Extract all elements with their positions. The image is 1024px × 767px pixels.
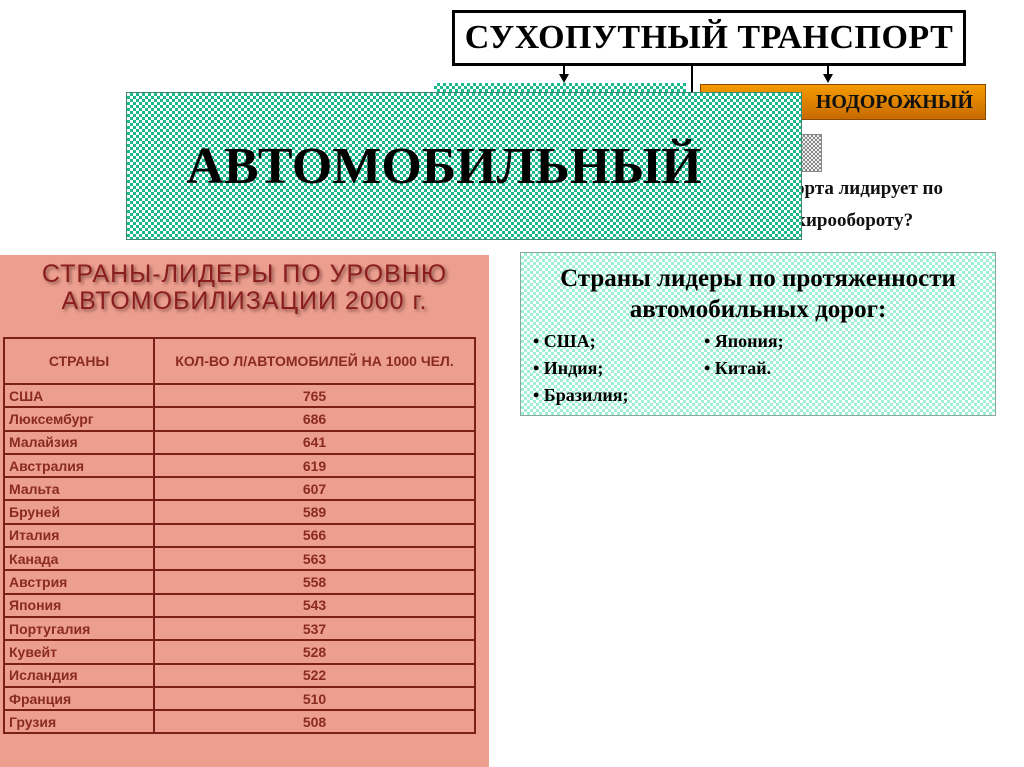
country-cell: Италия: [3, 522, 155, 549]
table-row: Мальта 607: [3, 476, 476, 502]
connector-line-right: [827, 66, 829, 74]
road-leader-item: • Япония;: [704, 331, 784, 351]
table-row: Кувейт 528: [3, 639, 476, 665]
transport-title: СУХОПУТНЫЙ ТРАНСПОРТ: [464, 19, 954, 56]
country-cell: Португалия: [3, 615, 155, 642]
table-row: Италия 566: [3, 522, 476, 549]
cars-per-1000-cell: 566: [153, 522, 476, 549]
cars-per-1000-cell: 607: [153, 476, 476, 502]
table-row: Грузия 508: [3, 709, 476, 735]
road-leaders-title: Страны лидеры по протяженности автомобил…: [521, 263, 995, 325]
header-cars-per-1000: КОЛ-ВО Л/АВТОМОБИЛЕЙ НА 1000 ЧЕЛ.: [153, 337, 476, 385]
country-cell: Люксембург: [3, 406, 155, 432]
table-header-row: СТРАНЫ КОЛ-ВО Л/АВТОМОБИЛЕЙ НА 1000 ЧЕЛ.: [3, 337, 476, 385]
cars-per-1000-cell: 522: [153, 662, 476, 688]
table-row: Португалия 537: [3, 615, 476, 642]
country-cell: Малайзия: [3, 429, 155, 455]
automobile-label: АВТОМОБИЛЬНЫЙ: [186, 137, 702, 195]
railway-label: НОДОРОЖНЫЙ: [815, 90, 973, 113]
table-row: Канада 563: [3, 546, 476, 572]
table-row: Бруней 589: [3, 499, 476, 525]
table-row: Люксембург 686: [3, 406, 476, 432]
cars-per-1000-cell: 765: [153, 382, 476, 409]
table-row: Япония 543: [3, 592, 476, 618]
country-cell: Канада: [3, 546, 155, 572]
country-cell: Мальта: [3, 476, 155, 502]
question-line-2: кирообороту?: [795, 210, 914, 231]
table-row: Франция 510: [3, 685, 476, 712]
road-leader-item: • Китай.: [704, 358, 772, 378]
cars-per-1000-cell: 510: [153, 685, 476, 712]
cars-per-1000-cell: 558: [153, 569, 476, 595]
arrow-down-icon: [823, 74, 833, 83]
cars-per-1000-cell: 563: [153, 546, 476, 572]
road-leader-item: • Бразилия;: [533, 385, 629, 405]
cars-per-1000-cell: 619: [153, 452, 476, 479]
cars-per-1000-cell: 589: [153, 499, 476, 525]
road-leader-item: • Индия;: [533, 358, 604, 378]
country-cell: Грузия: [3, 709, 155, 735]
table-row: Исландия 522: [3, 662, 476, 688]
cars-per-1000-cell: 543: [153, 592, 476, 618]
table-title-line-1: СТРАНЫ-ЛИДЕРЫ ПО УРОВНЮ: [41, 260, 448, 288]
connector-line-center: [691, 66, 693, 92]
country-cell: США: [3, 382, 155, 409]
automobile-box: АВТОМОБИЛЬНЫЙ: [126, 92, 802, 240]
country-cell: Австралия: [3, 452, 155, 479]
motorization-table: СТРАНЫ КОЛ-ВО Л/АВТОМОБИЛЕЙ НА 1000 ЧЕЛ.…: [3, 337, 476, 735]
motorization-table-panel: СТРАНЫ-ЛИДЕРЫ ПО УРОВНЮ АВТОМОБИЛИЗАЦИИ …: [0, 255, 489, 767]
country-cell: Япония: [3, 592, 155, 618]
table-row: Австрия 558: [3, 569, 476, 595]
road-length-leaders-box: Страны лидеры по протяженности автомобил…: [520, 252, 996, 416]
country-cell: Франция: [3, 685, 155, 712]
country-cell: Бруней: [3, 499, 155, 525]
arrow-down-icon: [559, 74, 569, 83]
road-leaders-title-line-2: автомобильных дорог:: [629, 296, 887, 323]
question-line-1: орта лидирует по: [795, 178, 943, 199]
road-leaders-title-line-1: Страны лидеры по протяженности: [560, 265, 956, 292]
cars-per-1000-cell: 528: [153, 639, 476, 665]
table-row: США 765: [3, 382, 476, 409]
table-row: Австралия 619: [3, 452, 476, 479]
grey-pattern-marker: [800, 134, 822, 172]
country-cell: Кувейт: [3, 639, 155, 665]
table-title-line-2: АВТОМОБИЛИЗАЦИИ 2000 г.: [61, 287, 428, 315]
cars-per-1000-cell: 508: [153, 709, 476, 735]
header-countries: СТРАНЫ: [3, 337, 155, 385]
transport-title-box: СУХОПУТНЫЙ ТРАНСПОРТ: [452, 10, 966, 66]
road-leader-item: • США;: [533, 331, 596, 351]
cars-per-1000-cell: 641: [153, 429, 476, 455]
country-cell: Австрия: [3, 569, 155, 595]
table-row: Малайзия 641: [3, 429, 476, 455]
cars-per-1000-cell: 686: [153, 406, 476, 432]
motorization-table-title: СТРАНЫ-ЛИДЕРЫ ПО УРОВНЮ АВТОМОБИЛИЗАЦИИ …: [0, 261, 489, 315]
country-cell: Исландия: [3, 662, 155, 688]
cars-per-1000-cell: 537: [153, 615, 476, 642]
